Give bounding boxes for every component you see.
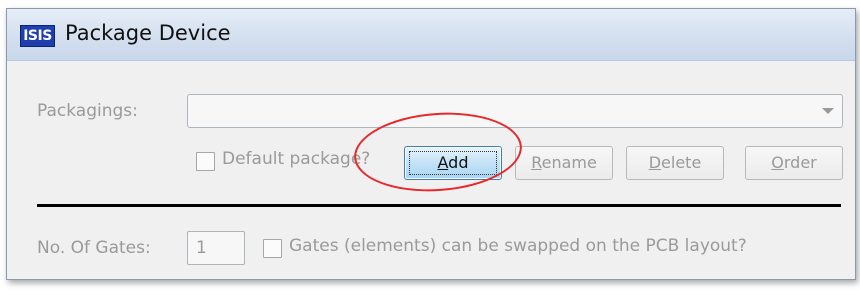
no-of-gates-label: No. Of Gates: <box>37 238 151 258</box>
packagings-label: Packagings: <box>37 101 138 121</box>
delete-button[interactable]: Delete <box>626 146 724 180</box>
window-title: Package Device <box>65 21 231 45</box>
swap-gates-label: Gates (elements) can be swapped on the P… <box>289 236 747 256</box>
default-package-checkbox[interactable] <box>196 152 215 171</box>
swap-gates-checkbox[interactable] <box>263 239 282 258</box>
packagings-combobox[interactable] <box>187 94 843 128</box>
rename-button[interactable]: Rename <box>515 146 613 180</box>
no-of-gates-field[interactable]: 1 <box>187 231 245 265</box>
isis-app-icon: ISIS <box>20 25 55 47</box>
default-package-label: Default package? <box>222 149 371 169</box>
chevron-down-icon[interactable] <box>822 108 834 114</box>
section-divider <box>37 204 841 207</box>
order-button[interactable]: Order <box>745 146 843 180</box>
title-bar[interactable]: ISIS Package Device <box>7 9 855 61</box>
